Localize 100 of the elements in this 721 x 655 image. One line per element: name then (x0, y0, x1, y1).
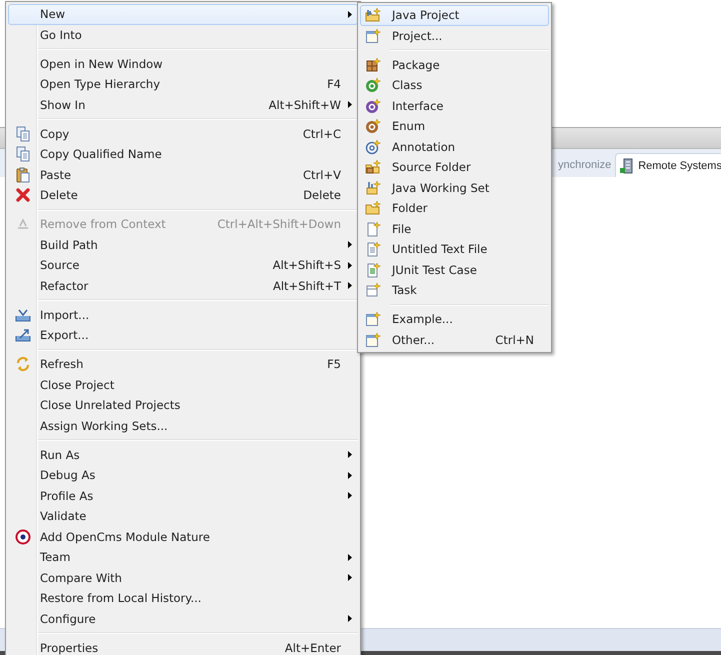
menu-label: Open in New Window (39, 56, 164, 71)
menu-item[interactable]: Copy Qualified Name (8, 144, 358, 164)
menu-label: Compare With (39, 570, 123, 585)
menu-item[interactable]: Show In Alt+Shift+W (8, 94, 358, 115)
menu-item[interactable]: Debug As (8, 465, 358, 486)
menu-label: Package (391, 58, 441, 72)
shortcut-label: Ctrl+V (303, 168, 342, 182)
tray-icon (15, 327, 31, 344)
shortcut-label: Alt+Enter (284, 640, 342, 655)
menu-item[interactable]: Go Into (8, 24, 358, 45)
menu-item[interactable]: Close Unrelated Projects (8, 395, 358, 416)
menu-item[interactable]: File (360, 218, 549, 239)
menu-item[interactable]: Enum (360, 116, 549, 136)
menu-item[interactable]: Profile As (8, 486, 358, 506)
menu-label: Close Project (39, 378, 116, 392)
menu-item[interactable]: Configure (8, 608, 358, 629)
menu-label: Profile As (39, 488, 94, 503)
copy-icon (15, 126, 31, 142)
task-icon (365, 282, 381, 298)
menu-item[interactable]: Refactor Alt+Shift+T (8, 276, 358, 296)
menu-label: Properties (39, 640, 100, 655)
menu-item[interactable]: Annotation (360, 136, 549, 157)
menu-item[interactable]: Example... (360, 309, 549, 330)
menu-item[interactable]: Properties Alt+Enter (8, 638, 358, 655)
menu-item[interactable]: Compare With (8, 568, 358, 588)
menu-item[interactable]: Project... (360, 26, 549, 46)
menu-label: Interface (391, 98, 444, 113)
menu-item[interactable]: Java Working Set (360, 178, 549, 198)
menu-label: Source (39, 258, 80, 272)
menu-label: Close Unrelated Projects (39, 398, 182, 412)
menu-item[interactable]: Other... Ctrl+N (360, 330, 549, 350)
menu-label: Refresh (39, 357, 84, 372)
menu-label: Example... (391, 312, 454, 326)
menu-label: Import... (39, 308, 90, 322)
menu-label: Other... (391, 332, 436, 347)
clipboard-icon (15, 166, 31, 183)
menu-item[interactable]: Import... (8, 304, 358, 325)
menu-item[interactable]: Folder (360, 198, 549, 218)
shortcut-label: Delete (303, 188, 342, 202)
menu-label: File (391, 222, 412, 236)
menu-label: Show In (39, 98, 86, 112)
enum-icon (365, 118, 381, 134)
menu-label: Assign Working Sets... (39, 418, 169, 433)
shortcut-label: F5 (327, 357, 342, 372)
menu-label: Source Folder (391, 160, 472, 174)
menu-item[interactable]: Assign Working Sets... (8, 416, 358, 436)
menu-label: Remove from Context (39, 217, 167, 232)
menu-label: Class (391, 78, 424, 92)
menu-item[interactable]: Copy Ctrl+C (8, 124, 358, 144)
menu-label: Build Path (39, 238, 99, 252)
menu-item[interactable]: Open in New Window (8, 54, 358, 74)
shortcut-label: Ctrl+C (302, 126, 342, 141)
menu-label: Enum (391, 119, 426, 134)
menu-label: New (39, 7, 66, 22)
menu-item[interactable]: Paste Ctrl+V (8, 164, 358, 185)
menu-item[interactable]: Validate (8, 506, 358, 526)
menu-item[interactable]: Open Type Hierarchy F4 (8, 74, 358, 94)
menu-label: Folder (391, 201, 429, 216)
menu-label: Paste (39, 168, 72, 182)
menu-label: Debug As (39, 468, 96, 482)
menu-item[interactable]: Run As (8, 444, 358, 465)
copy-icon (15, 146, 31, 162)
project-icon (365, 7, 381, 24)
interface-icon (365, 98, 381, 114)
window-icon (365, 28, 381, 44)
menu-item[interactable]: Export... (8, 325, 358, 346)
menu-item[interactable]: Interface (360, 96, 549, 116)
menu-item[interactable]: JUnit Test Case (360, 260, 549, 280)
menu-item[interactable]: Refresh F5 (8, 354, 358, 374)
menu-item[interactable]: Source Folder (360, 157, 549, 178)
menu-label: Copy (39, 126, 70, 141)
menu-label: JUnit Test Case (390, 262, 478, 277)
menu-item[interactable]: Build Path (8, 234, 358, 255)
menu-label: Java Project (390, 8, 460, 22)
source-folder-icon (365, 159, 381, 176)
menu-item[interactable]: Team (8, 547, 358, 568)
menu-label: Task (391, 283, 418, 298)
menu-label: Configure (39, 612, 97, 626)
server-icon (619, 158, 636, 174)
shortcut-label: Ctrl+Alt+Shift+Down (217, 217, 342, 232)
menu-item[interactable]: Task (360, 280, 549, 300)
menu-item[interactable]: Add OpenCms Module Nature (8, 526, 358, 547)
menu-item[interactable]: Restore from Local History... (8, 588, 358, 608)
menu-item[interactable]: Package (360, 54, 549, 75)
menu-label: Run As (39, 448, 81, 462)
menu-item[interactable]: Class (360, 75, 549, 96)
menu-label: Go Into (39, 28, 83, 42)
menu-item[interactable]: New (8, 4, 358, 24)
menu-item[interactable]: Java Project (360, 5, 549, 26)
menu-item[interactable]: Untitled Text File (360, 239, 549, 260)
target-icon (15, 528, 31, 545)
menu-item[interactable]: Delete Delete (8, 185, 358, 206)
menu-item[interactable]: Source Alt+Shift+S (8, 255, 358, 276)
folder-icon (365, 200, 381, 216)
shortcut-label: Ctrl+N (495, 332, 535, 347)
package-icon (365, 56, 381, 73)
menu-label: Open Type Hierarchy (39, 77, 162, 92)
file-icon (365, 220, 381, 237)
menu-item[interactable]: Close Project (8, 374, 358, 395)
window-icon (365, 311, 381, 328)
